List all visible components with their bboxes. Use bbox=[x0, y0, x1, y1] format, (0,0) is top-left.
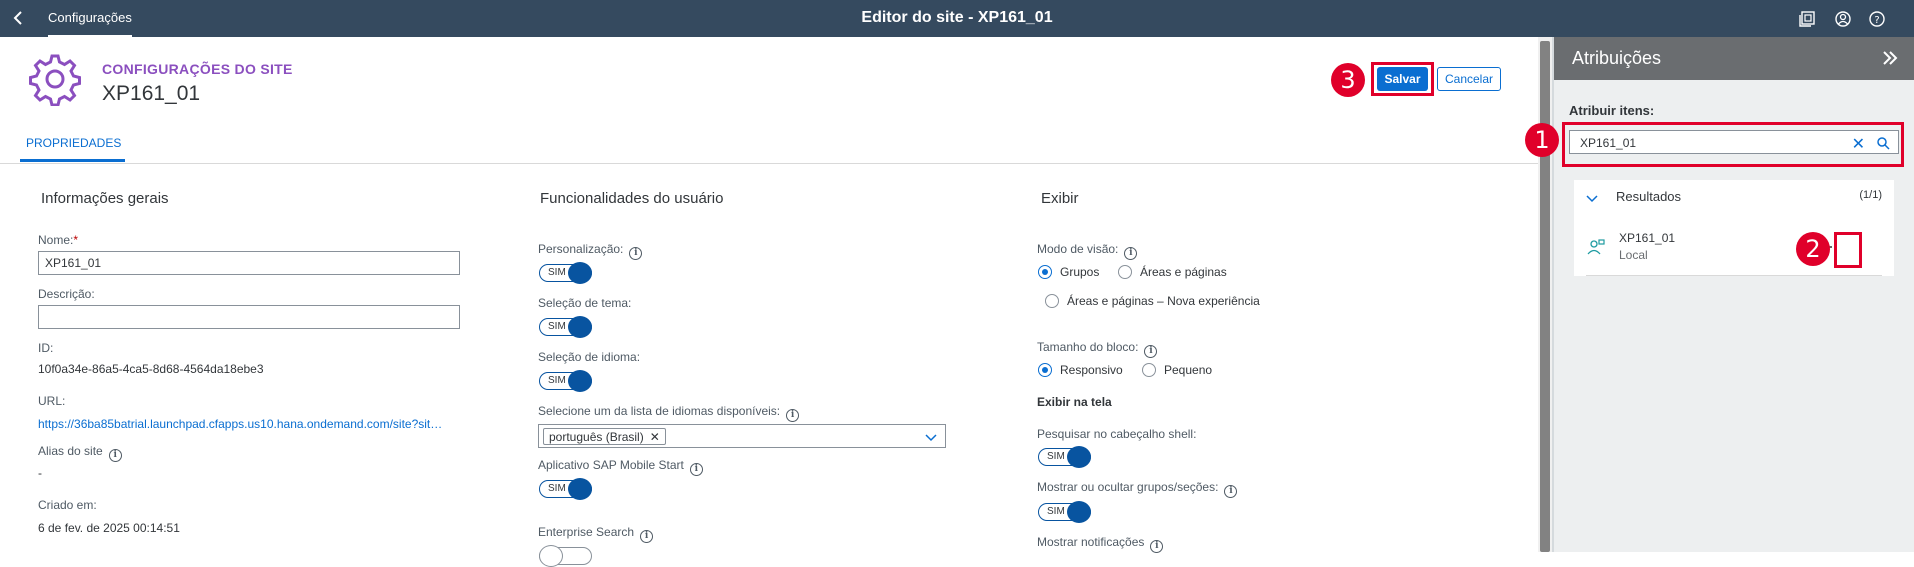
results-header: Resultados bbox=[1616, 189, 1682, 204]
help-icon[interactable]: ? bbox=[1867, 9, 1887, 29]
radio-responsivo[interactable]: Responsivo bbox=[1038, 363, 1123, 377]
description-label: Descrição: bbox=[38, 287, 95, 301]
tab-propriedades[interactable]: PROPRIEDADES bbox=[26, 136, 121, 150]
radio-grupos[interactable]: Grupos bbox=[1038, 265, 1099, 279]
result-item-source: Local bbox=[1619, 248, 1648, 262]
radio-pequeno[interactable]: Pequeno bbox=[1142, 363, 1212, 377]
personalization-label: Personalização: i bbox=[538, 242, 643, 260]
show-hide-groups-label: Mostrar ou ocultar grupos/seções: i bbox=[1037, 480, 1238, 498]
scrollbar-thumb[interactable] bbox=[1540, 41, 1550, 552]
display-heading: Exibir bbox=[1041, 190, 1079, 207]
language-toggle[interactable]: SIM bbox=[539, 370, 592, 392]
id-label: ID: bbox=[38, 341, 54, 355]
assign-items-label: Atribuir itens: bbox=[1569, 103, 1655, 118]
view-mode-label: Modo de visão: i bbox=[1037, 242, 1138, 260]
name-label: Nome:* bbox=[38, 233, 79, 247]
shell-bar: Configurações Editor do site - XP161_01 … bbox=[0, 0, 1914, 37]
user-profile-icon[interactable] bbox=[1833, 9, 1853, 29]
shell-title: Editor do site - XP161_01 bbox=[861, 9, 1053, 26]
result-divider bbox=[1586, 275, 1882, 276]
alias-label: Alias do site i bbox=[38, 444, 122, 462]
collapse-panel-icon[interactable] bbox=[1880, 48, 1900, 68]
info-icon[interactable]: i bbox=[108, 449, 122, 462]
enterprise-search-label: Enterprise Search i bbox=[538, 525, 654, 543]
on-screen-heading: Exibir na tela bbox=[1037, 395, 1112, 409]
general-heading: Informações gerais bbox=[41, 190, 169, 207]
svg-text:?: ? bbox=[1874, 15, 1879, 26]
site-name-title: XP161_01 bbox=[102, 82, 201, 105]
info-icon[interactable]: i bbox=[1150, 540, 1164, 553]
assignments-panel-header: Atribuições bbox=[1554, 37, 1914, 80]
personalization-toggle[interactable]: SIM bbox=[539, 262, 592, 284]
info-icon[interactable]: i bbox=[786, 409, 800, 422]
chevron-down-icon[interactable] bbox=[925, 431, 937, 443]
cancel-button[interactable]: Cancelar bbox=[1437, 67, 1501, 91]
mobile-start-toggle[interactable]: SIM bbox=[539, 478, 592, 500]
url-link[interactable]: https://36ba85batrial.launchpad.cfapps.u… bbox=[38, 417, 442, 431]
show-hide-groups-toggle[interactable]: SIM bbox=[1038, 501, 1091, 523]
info-icon[interactable]: i bbox=[640, 530, 654, 543]
app-finder-icon[interactable] bbox=[1798, 9, 1818, 29]
name-field[interactable]: XP161_01 bbox=[38, 251, 460, 275]
role-icon bbox=[1587, 239, 1605, 255]
language-multicombo[interactable]: português (Brasil) ✕ bbox=[538, 424, 946, 448]
theme-label: Seleção de tema: bbox=[538, 296, 632, 310]
tab-underline bbox=[20, 159, 125, 162]
language-token[interactable]: português (Brasil) ✕ bbox=[543, 428, 666, 445]
result-item-name[interactable]: XP161_01 bbox=[1619, 231, 1675, 245]
highlight-search bbox=[1562, 122, 1904, 167]
token-remove-icon[interactable]: ✕ bbox=[650, 430, 660, 444]
language-list-label: Selecione um da lista de idiomas disponí… bbox=[538, 404, 800, 422]
chevron-down-icon[interactable] bbox=[1586, 192, 1598, 204]
tile-size-label: Tamanho do bloco: i bbox=[1037, 340, 1158, 358]
shell-search-toggle[interactable]: SIM bbox=[1038, 446, 1091, 468]
alias-value: - bbox=[38, 466, 42, 480]
annotation-badge-3: 3 bbox=[1331, 63, 1365, 97]
created-label: Criado em: bbox=[38, 498, 97, 512]
assignments-title: Atribuições bbox=[1572, 48, 1662, 68]
radio-areas-paginas[interactable]: Áreas e páginas bbox=[1118, 265, 1227, 279]
mobile-start-label: Aplicativo SAP Mobile Start i bbox=[538, 458, 703, 476]
id-value: 10f0a34e-86a5-4ca5-8d68-4564da18ebe3 bbox=[38, 362, 264, 376]
created-value: 6 de fev. de 2025 00:14:51 bbox=[38, 521, 180, 535]
enterprise-search-toggle[interactable] bbox=[539, 545, 592, 567]
tab-divider bbox=[0, 163, 1538, 164]
info-icon[interactable]: i bbox=[1224, 485, 1238, 498]
notifications-label: Mostrar notificações i bbox=[1037, 535, 1164, 553]
info-icon[interactable]: i bbox=[1144, 345, 1158, 358]
url-label: URL: bbox=[38, 394, 66, 408]
results-count: (1/1) bbox=[1859, 189, 1882, 201]
theme-toggle[interactable]: SIM bbox=[539, 316, 592, 338]
gear-icon bbox=[29, 54, 81, 106]
main-scrollbar[interactable] bbox=[1538, 37, 1552, 552]
site-kicker: CONFIGURAÇÕES DO SITE bbox=[102, 61, 293, 77]
language-label: Seleção de idioma: bbox=[538, 350, 641, 364]
highlight-add bbox=[1834, 232, 1862, 268]
radio-areas-paginas-nova[interactable]: Áreas e páginas – Nova experiência bbox=[1045, 294, 1260, 308]
annotation-badge-2: 2 bbox=[1796, 232, 1830, 266]
info-icon[interactable]: i bbox=[1124, 247, 1138, 260]
info-icon[interactable]: i bbox=[689, 463, 703, 476]
highlight-save bbox=[1371, 62, 1434, 96]
shell-search-label: Pesquisar no cabeçalho shell: bbox=[1037, 427, 1197, 441]
annotation-badge-1: 1 bbox=[1525, 123, 1559, 157]
description-field[interactable] bbox=[38, 305, 460, 329]
user-features-heading: Funcionalidades do usuário bbox=[540, 190, 724, 207]
info-icon[interactable]: i bbox=[629, 247, 643, 260]
main-content bbox=[0, 37, 1538, 552]
